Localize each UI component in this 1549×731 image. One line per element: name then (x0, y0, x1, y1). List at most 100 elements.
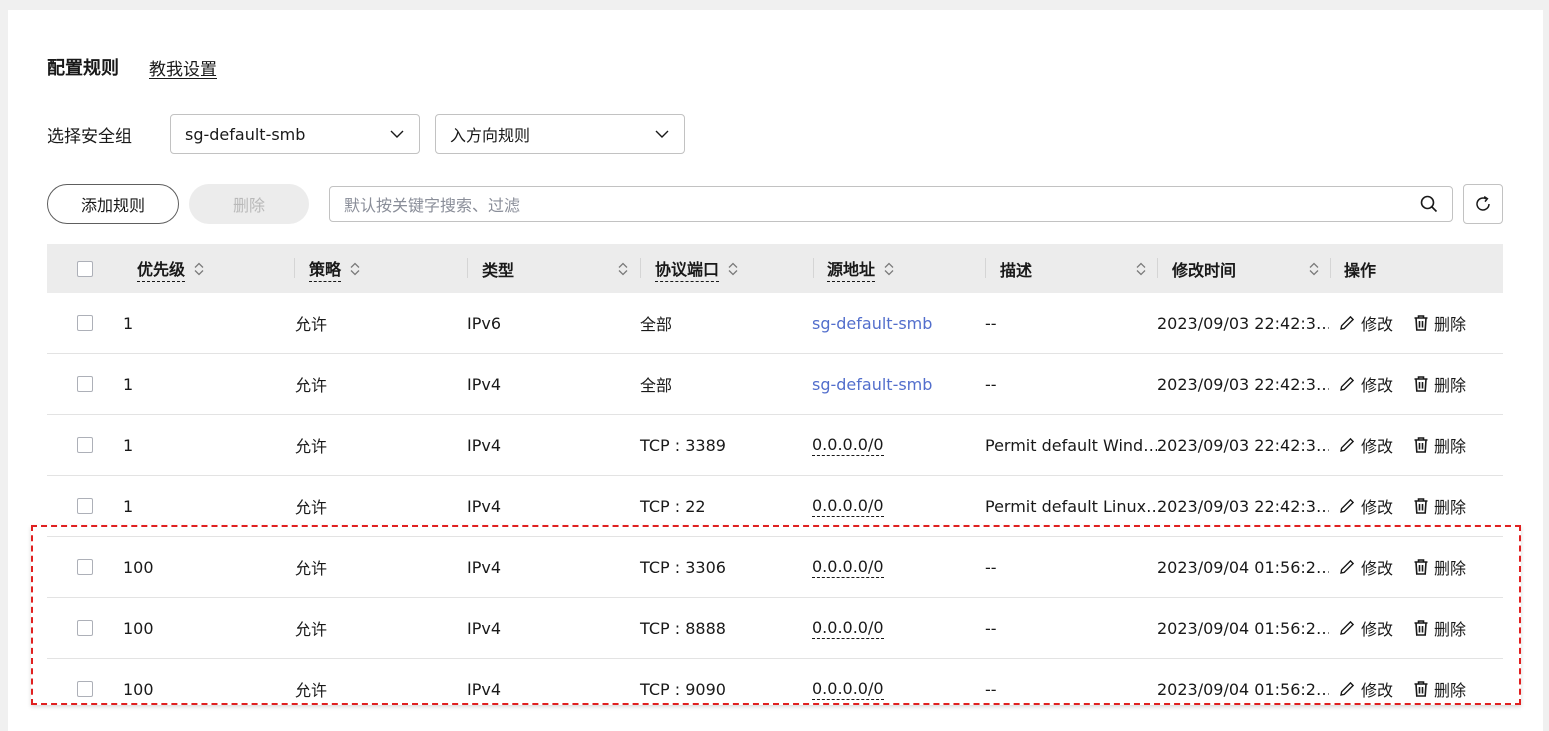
col-source[interactable]: 源地址 (827, 244, 895, 293)
sort-icon[interactable] (1308, 262, 1320, 276)
security-group-row: 选择安全组 sg-default-smb 入方向规则 (47, 114, 685, 154)
description-cell: -- (985, 374, 997, 394)
row-checkbox[interactable] (77, 437, 93, 453)
sort-icon[interactable] (349, 262, 361, 276)
header-checkbox-cell (77, 244, 93, 293)
trash-icon (1414, 376, 1428, 392)
edit-button[interactable]: 修改 (1338, 311, 1393, 335)
source-cell: 0.0.0.0/0 (812, 598, 884, 658)
sort-icon[interactable] (193, 262, 205, 276)
source-link[interactable]: sg-default-smb (812, 314, 932, 333)
delete-row-button[interactable]: 删除 (1413, 494, 1466, 518)
rules-table: 优先级 策略 类型 协议端口 源地址 描述 修改时间 操作 1 允许 IPv6 … (47, 244, 1503, 719)
delete-row-button[interactable]: 删除 (1413, 311, 1466, 335)
description-cell: -- (985, 679, 997, 699)
delete-row-button[interactable]: 删除 (1413, 616, 1466, 640)
security-group-value: sg-default-smb (185, 124, 306, 144)
col-description-label: 描述 (1000, 260, 1033, 280)
delete-button[interactable]: 删除 (189, 184, 309, 224)
table-header: 优先级 策略 类型 协议端口 源地址 描述 修改时间 操作 (47, 244, 1503, 293)
edit-button[interactable]: 修改 (1338, 494, 1393, 518)
add-rule-button[interactable]: 添加规则 (47, 184, 179, 224)
row-checkbox-cell (77, 293, 93, 353)
edit-button[interactable]: 修改 (1338, 616, 1393, 640)
col-policy-label: 策略 (309, 256, 342, 282)
col-type: 类型 (482, 244, 514, 293)
search-placeholder: 默认按关键字搜索、过滤 (344, 196, 521, 215)
modified-cell: 2023/09/04 01:56:2… (1157, 679, 1329, 699)
source-link[interactable]: sg-default-smb (812, 375, 932, 394)
delete-label: 删除 (1434, 681, 1467, 700)
col-priority[interactable]: 优先级 (137, 244, 205, 293)
delete-row-button[interactable]: 删除 (1413, 677, 1466, 701)
refresh-button[interactable] (1463, 184, 1503, 224)
protocol-port-cell: TCP : 22 (640, 496, 706, 516)
row-checkbox[interactable] (77, 498, 93, 514)
protocol-port-cell: TCP : 9090 (640, 679, 726, 699)
delete-label: 删除 (1434, 620, 1467, 639)
edit-button[interactable]: 修改 (1338, 433, 1393, 457)
toolbar: 添加规则 删除 默认按关键字搜索、过滤 (47, 184, 1503, 224)
sort-icon[interactable] (617, 262, 629, 276)
table-row: 100 允许 IPv4 TCP : 8888 0.0.0.0/0 -- 2023… (47, 598, 1503, 659)
direction-select[interactable]: 入方向规则 (435, 114, 685, 154)
row-checkbox-cell (77, 415, 93, 475)
type-cell: IPv6 (467, 313, 502, 333)
modified-cell: 2023/09/03 22:42:3… (1157, 496, 1329, 516)
modified-cell: 2023/09/03 22:42:3… (1157, 313, 1329, 333)
search-input[interactable]: 默认按关键字搜索、过滤 (329, 186, 1453, 222)
protocol-port-cell: 全部 (640, 315, 673, 334)
delete-row-button[interactable]: 删除 (1413, 433, 1466, 457)
actions-cell: 修改 删除 (1338, 659, 1466, 719)
search-icon[interactable] (1420, 195, 1438, 213)
edit-button[interactable]: 修改 (1338, 555, 1393, 579)
column-divider (1330, 258, 1331, 278)
source-address[interactable]: 0.0.0.0/0 (812, 435, 884, 456)
policy-cell: 允许 (295, 620, 328, 639)
row-checkbox-cell (77, 354, 93, 414)
select-all-checkbox[interactable] (77, 260, 93, 277)
edit-button[interactable]: 修改 (1338, 372, 1393, 396)
col-protocol-port[interactable]: 协议端口 (655, 244, 739, 293)
policy-cell: 允许 (295, 498, 328, 517)
refresh-icon (1476, 195, 1490, 211)
row-checkbox-cell (77, 537, 93, 597)
col-type-sort[interactable] (609, 244, 629, 293)
delete-label: 删除 (1434, 376, 1467, 395)
col-description-sort[interactable] (1127, 244, 1147, 293)
security-group-select[interactable]: sg-default-smb (170, 114, 420, 154)
row-checkbox[interactable] (77, 559, 93, 575)
delete-row-button[interactable]: 删除 (1413, 372, 1466, 396)
row-checkbox[interactable] (77, 620, 93, 636)
trash-icon (1414, 315, 1428, 331)
row-checkbox-cell (77, 476, 93, 536)
priority-cell: 100 (123, 557, 154, 577)
edit-label: 修改 (1361, 437, 1394, 456)
row-checkbox[interactable] (77, 376, 93, 392)
col-modified-sort[interactable] (1300, 244, 1320, 293)
source-address[interactable]: 0.0.0.0/0 (812, 557, 884, 578)
column-divider (640, 258, 641, 278)
delete-row-button[interactable]: 删除 (1413, 555, 1466, 579)
chevron-down-icon (390, 130, 404, 138)
protocol-port-cell: TCP : 3306 (640, 557, 726, 577)
sort-icon[interactable] (727, 262, 739, 276)
source-address[interactable]: 0.0.0.0/0 (812, 679, 884, 700)
sort-icon[interactable] (883, 262, 895, 276)
type-cell: IPv4 (467, 679, 502, 699)
actions-cell: 修改 删除 (1338, 537, 1466, 597)
source-address[interactable]: 0.0.0.0/0 (812, 496, 884, 517)
source-cell: 0.0.0.0/0 (812, 415, 884, 475)
sort-icon[interactable] (1135, 262, 1147, 276)
col-policy[interactable]: 策略 (309, 244, 361, 293)
pencil-icon (1340, 376, 1355, 391)
actions-cell: 修改 删除 (1338, 415, 1466, 475)
row-checkbox[interactable] (77, 681, 93, 697)
row-checkbox[interactable] (77, 315, 93, 331)
help-link[interactable]: 教我设置 (149, 55, 217, 80)
source-address[interactable]: 0.0.0.0/0 (812, 618, 884, 639)
edit-button[interactable]: 修改 (1338, 677, 1393, 701)
edit-label: 修改 (1361, 681, 1394, 700)
priority-cell: 100 (123, 679, 154, 699)
source-cell: 0.0.0.0/0 (812, 659, 884, 719)
